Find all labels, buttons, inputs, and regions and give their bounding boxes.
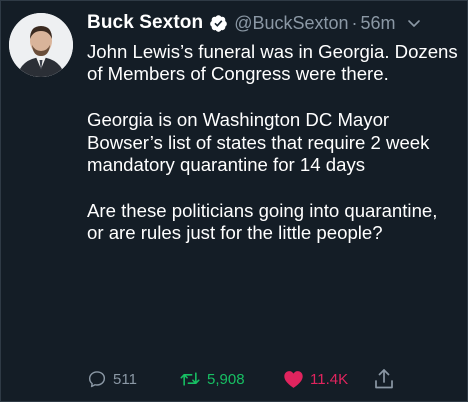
avatar[interactable] xyxy=(9,13,73,77)
reply-button[interactable]: 511 xyxy=(87,367,137,391)
retweet-count: 5,908 xyxy=(207,370,245,388)
like-count: 11.4K xyxy=(310,370,349,388)
tweet-timestamp[interactable]: 56m xyxy=(361,13,396,34)
tweet-actions: 511 5,908 11.4K xyxy=(87,367,457,391)
author-name[interactable]: Buck Sexton xyxy=(87,12,203,34)
retweet-icon xyxy=(179,369,201,389)
heart-icon xyxy=(283,369,304,389)
verified-badge-icon xyxy=(209,14,228,33)
tweet-paragraph: Are these politicians going into quarant… xyxy=(87,200,438,244)
chevron-down-icon[interactable] xyxy=(406,15,422,31)
header-separator: · xyxy=(351,12,358,33)
reply-icon xyxy=(87,369,107,389)
like-button[interactable]: 11.4K xyxy=(283,367,348,391)
share-icon xyxy=(374,368,394,390)
retweet-button[interactable]: 5,908 xyxy=(179,367,245,391)
share-button[interactable] xyxy=(374,367,394,391)
reply-count: 511 xyxy=(113,370,137,388)
tweet-card: Buck Sexton @BuckSexton · 56m John Lewis… xyxy=(0,0,468,402)
tweet-text: John Lewis’s funeral was in Georgia. Doz… xyxy=(87,41,459,244)
tweet-header: Buck Sexton @BuckSexton · 56m xyxy=(87,11,457,35)
tweet-paragraph: Georgia is on Washington DC Mayor Bowser… xyxy=(87,109,430,175)
avatar-portrait-icon xyxy=(9,13,73,77)
tweet-paragraph: John Lewis’s funeral was in Georgia. Doz… xyxy=(87,41,458,85)
author-handle[interactable]: @BuckSexton xyxy=(234,13,348,34)
